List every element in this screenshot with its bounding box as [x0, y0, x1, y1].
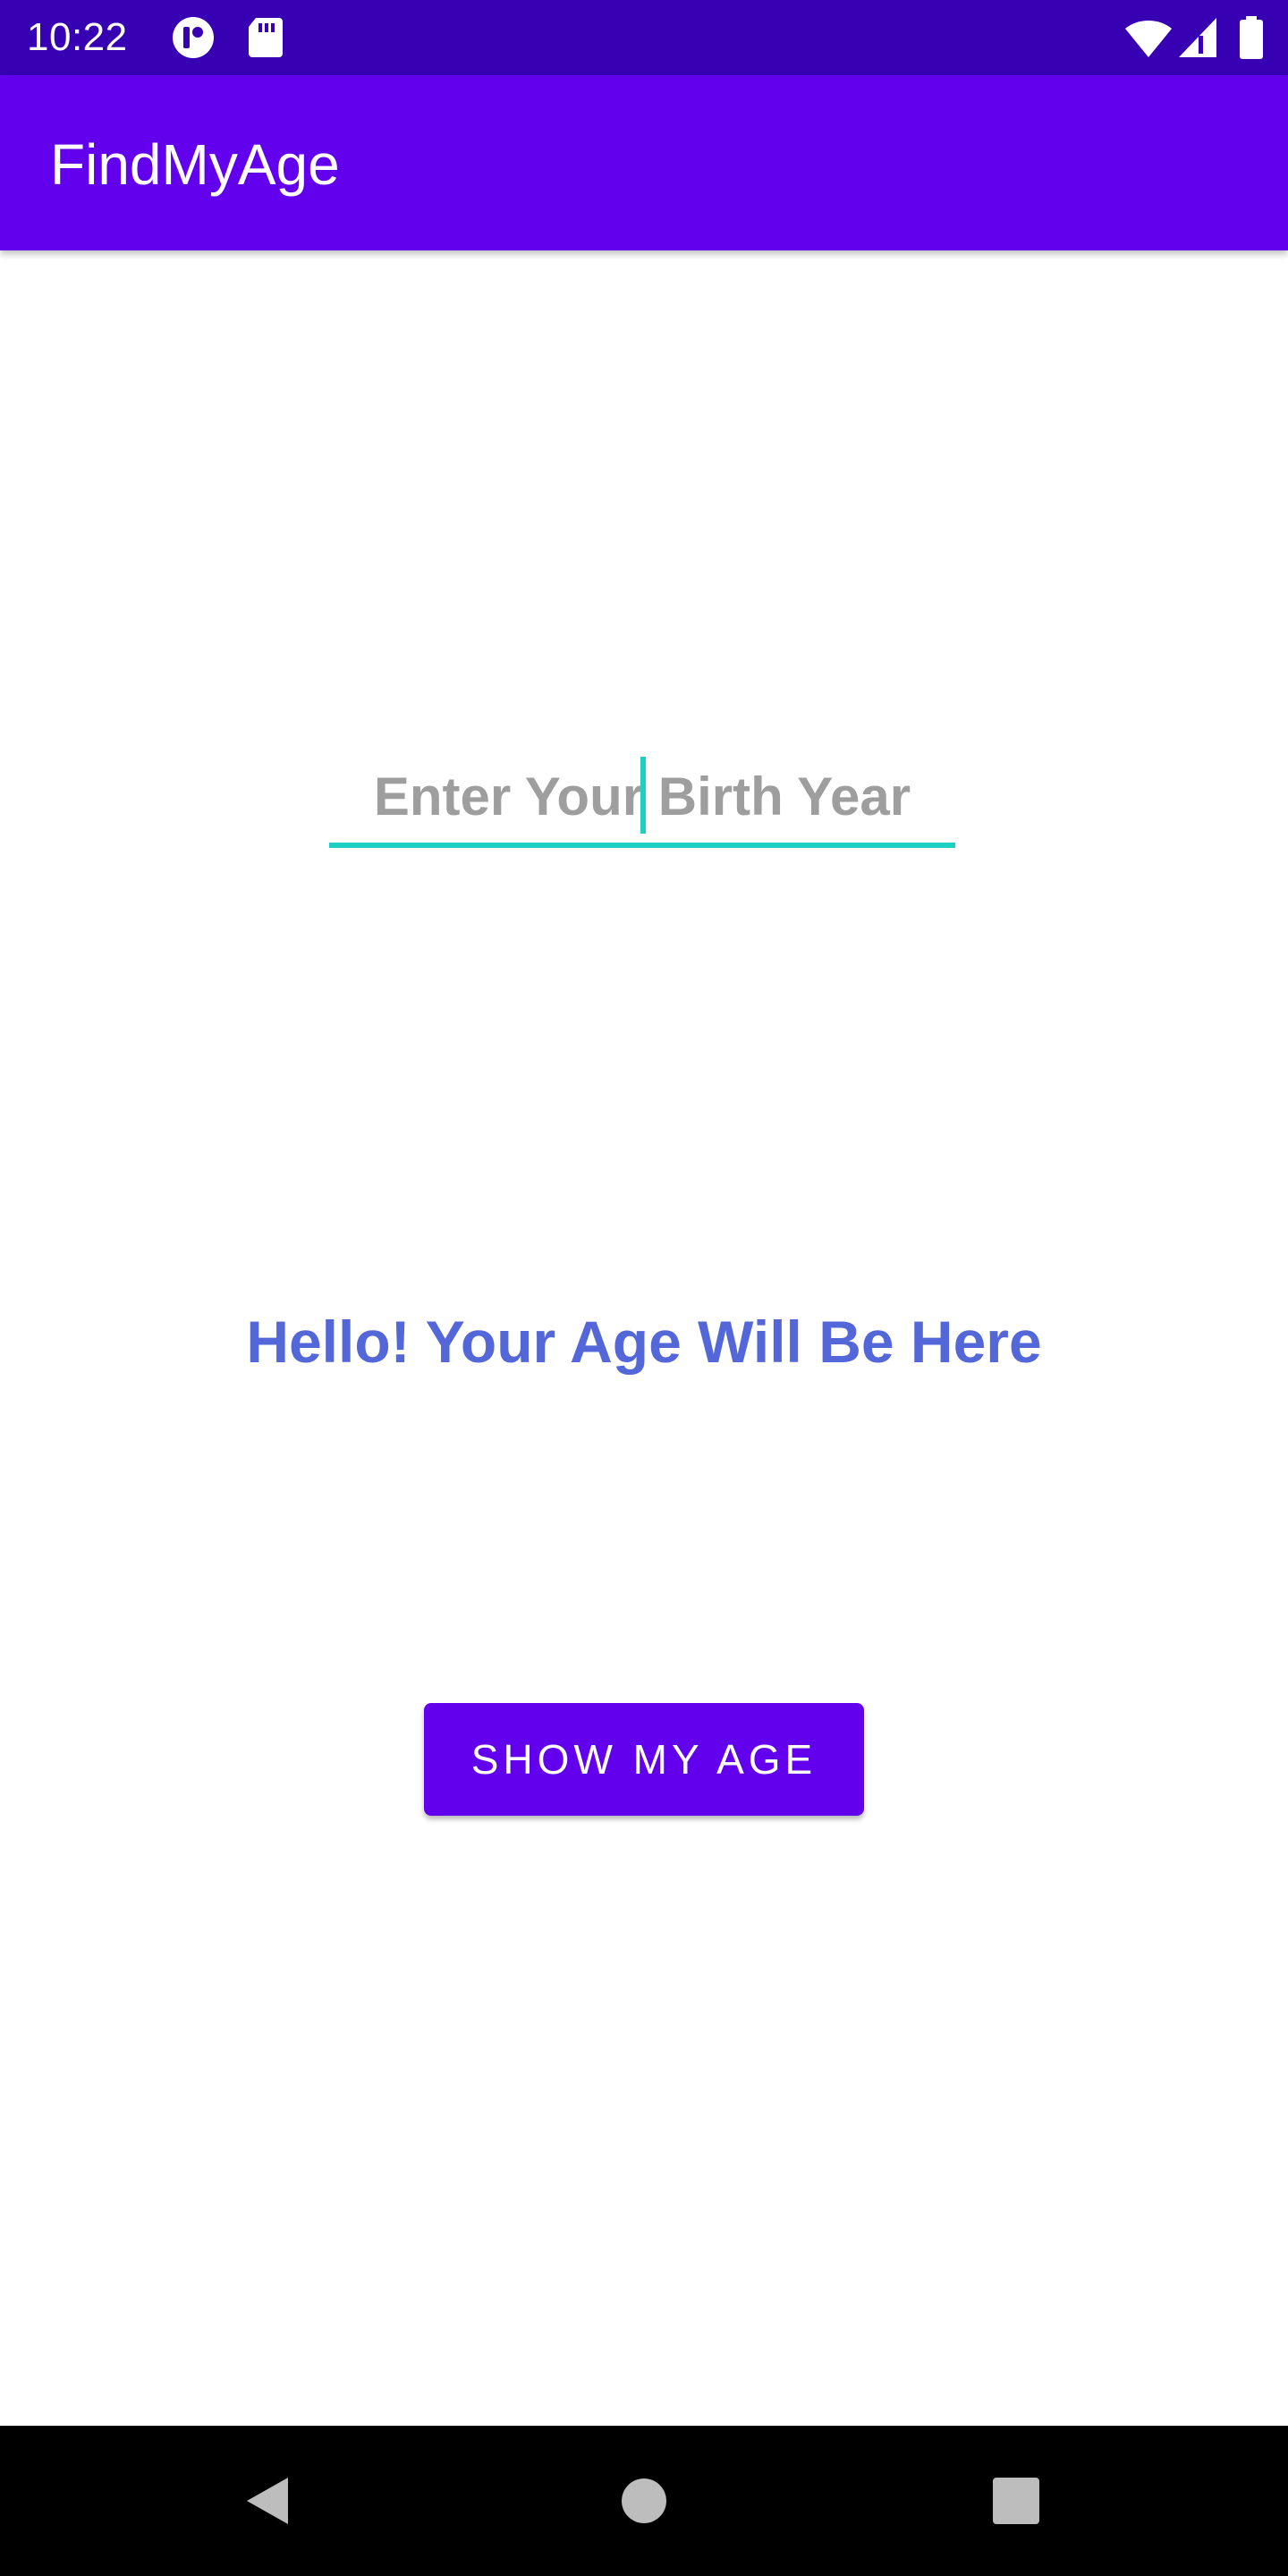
app-bar: FindMyAge: [0, 75, 1288, 250]
cell-signal-icon: [1179, 18, 1216, 57]
navigation-bar: [0, 2426, 1288, 2576]
battery-icon: [1240, 16, 1263, 59]
back-icon[interactable]: [234, 2465, 306, 2537]
input-underline: [329, 843, 955, 848]
show-my-age-button[interactable]: SHOW MY AGE: [424, 1703, 864, 1816]
notification-app-icon: [173, 17, 214, 58]
status-time: 10:22: [27, 15, 128, 59]
age-result-text: Hello! Your Age Will Be Here: [246, 1309, 1042, 1375]
birth-year-field[interactable]: [329, 750, 955, 850]
status-bar: 10:22: [0, 0, 1288, 75]
app-title: FindMyAge: [50, 132, 340, 197]
sd-card-icon: [249, 18, 283, 57]
text-cursor: [640, 757, 646, 834]
recents-icon[interactable]: [980, 2465, 1052, 2537]
wifi-icon: [1125, 21, 1172, 57]
home-icon[interactable]: [608, 2465, 680, 2537]
